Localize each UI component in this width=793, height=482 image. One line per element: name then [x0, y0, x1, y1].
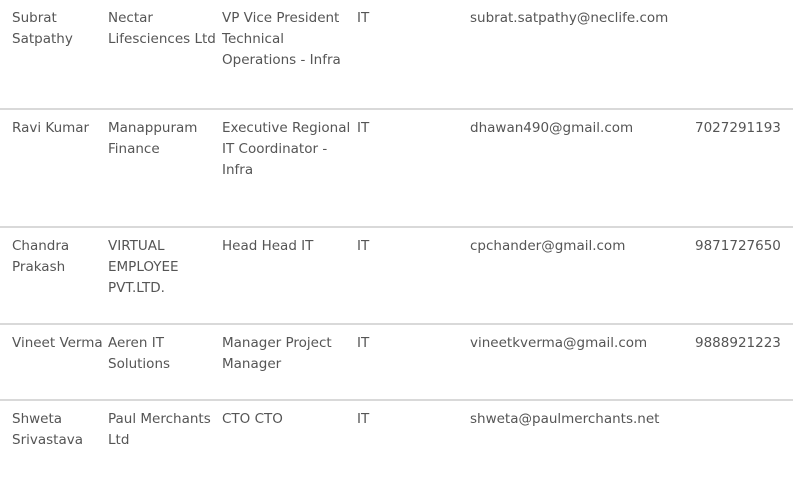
contact-designation: CTO CTO	[222, 411, 283, 427]
table-row: Ravi Kumar Manappuram Finance Executive …	[0, 109, 793, 227]
contact-department: IT	[357, 335, 370, 351]
contact-phone: 7027291193	[695, 120, 781, 136]
contacts-table: Subrat Satpathy Nectar Lifesciences Ltd …	[0, 0, 793, 482]
contact-name: Subrat Satpathy	[12, 10, 73, 47]
table-row: Shweta Srivastava Paul Merchants Ltd CTO…	[0, 400, 793, 482]
contact-email: subrat.satpathy@neclife.com	[470, 10, 669, 26]
contact-company: Nectar Lifesciences Ltd	[108, 10, 216, 47]
contact-email: dhawan490@gmail.com	[470, 120, 634, 136]
contact-department: IT	[357, 411, 370, 427]
table-row: Vineet Verma Aeren IT Solutions Manager …	[0, 324, 793, 400]
contact-department: IT	[357, 10, 370, 26]
contact-company: Manappuram Finance	[108, 120, 198, 157]
contact-email: shweta@paulmerchants.net	[470, 411, 660, 427]
contact-name: Shweta Srivastava	[12, 411, 83, 448]
contact-email: vineetkverma@gmail.com	[470, 335, 648, 351]
contact-name: Vineet Verma	[12, 335, 103, 351]
contact-department: IT	[357, 120, 370, 136]
contact-name: Ravi Kumar	[12, 120, 90, 136]
contact-designation: Head Head IT	[222, 238, 314, 254]
contact-designation: Executive Regional IT Coordinator - Infr…	[222, 120, 351, 178]
contact-phone: 9871727650	[695, 238, 781, 254]
contact-department: IT	[357, 238, 370, 254]
contact-name: Chandra Prakash	[12, 238, 70, 275]
contact-designation: Manager Project Manager	[222, 335, 332, 372]
table-row: Chandra Prakash VIRTUAL EMPLOYEE PVT.LTD…	[0, 227, 793, 324]
contact-email: cpchander@gmail.com	[470, 238, 626, 254]
contact-company: VIRTUAL EMPLOYEE PVT.LTD.	[108, 238, 179, 296]
table-row: Subrat Satpathy Nectar Lifesciences Ltd …	[0, 0, 793, 109]
contact-company: Aeren IT Solutions	[108, 335, 171, 372]
contact-company: Paul Merchants Ltd	[108, 411, 211, 448]
contact-phone: 9888921223	[695, 335, 781, 351]
contact-designation: VP Vice President Technical Operations -…	[222, 10, 341, 68]
